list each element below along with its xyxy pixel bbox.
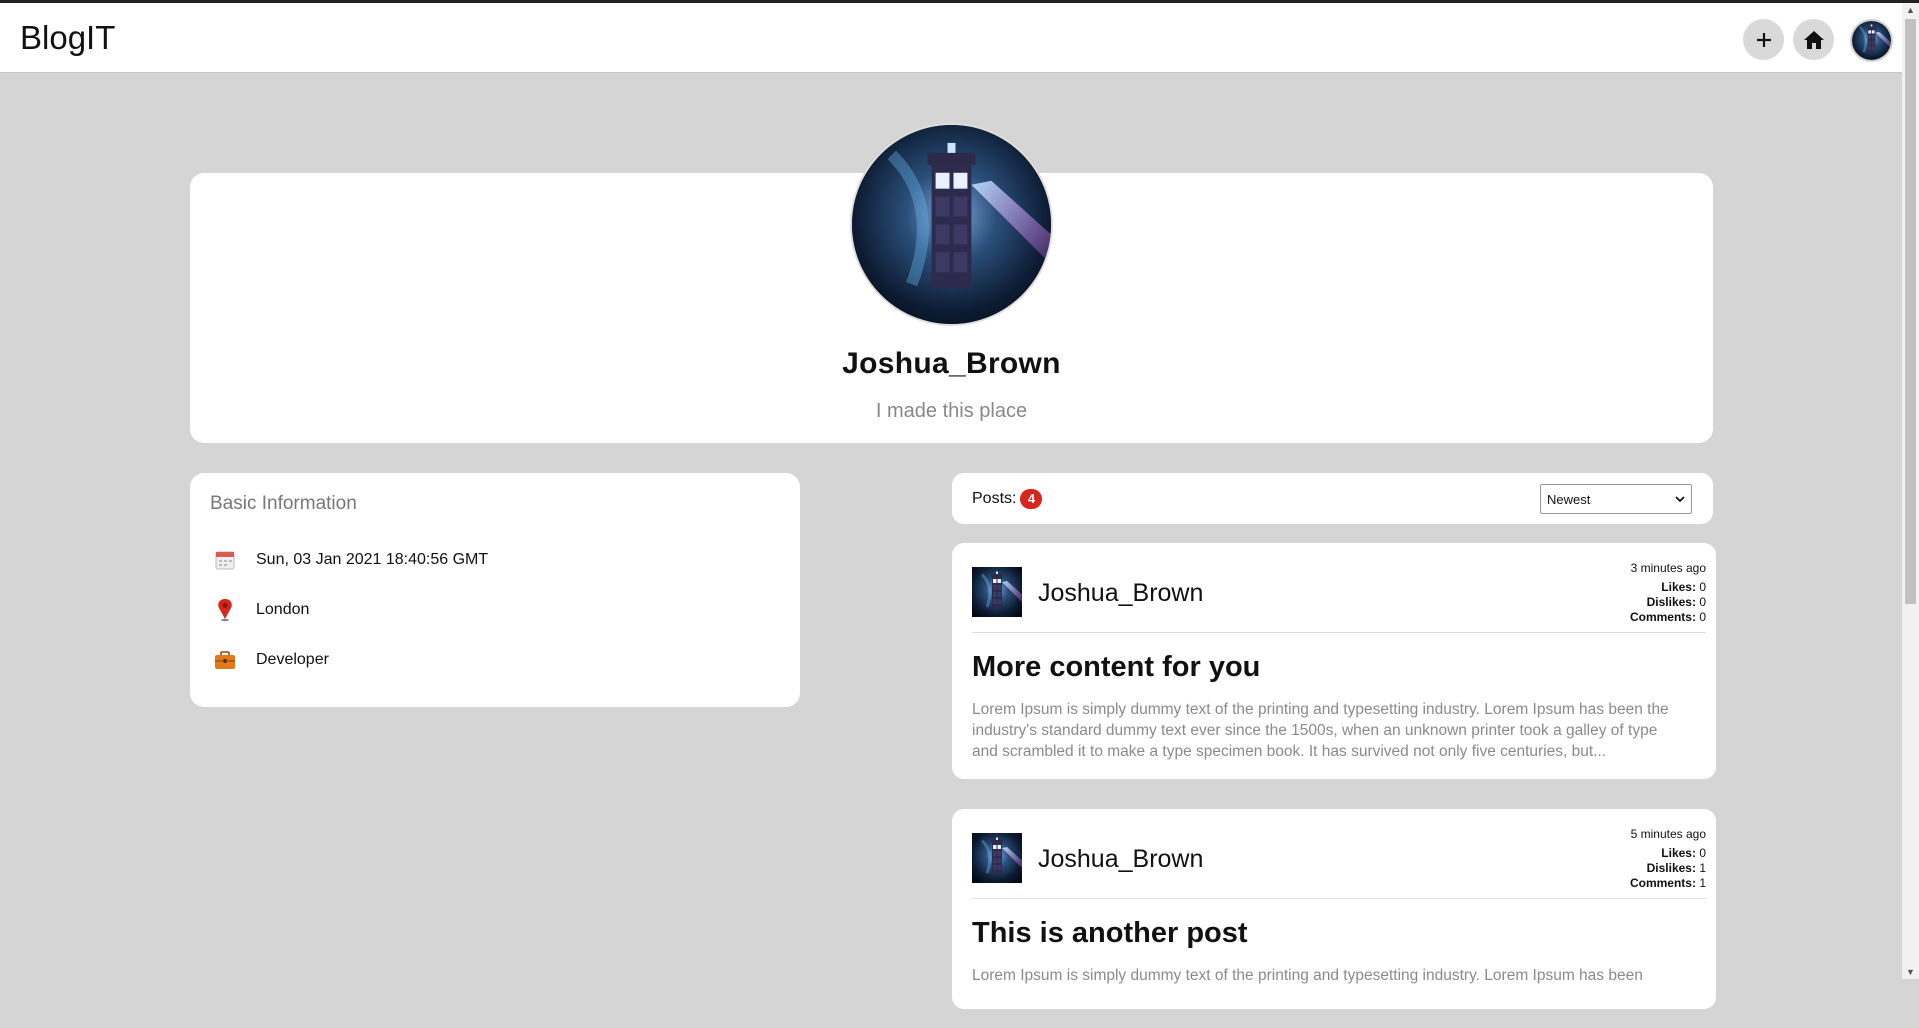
briefcase-icon bbox=[210, 645, 240, 675]
profile-avatar bbox=[850, 123, 1053, 326]
posts-count-label: Posts: 4 bbox=[972, 489, 1043, 509]
brand-logo[interactable]: BlogIT bbox=[20, 19, 115, 57]
post-stats: 5 minutes ago Likes: 0 Dislikes: 1 Comme… bbox=[1630, 827, 1706, 891]
post-divider bbox=[972, 898, 1706, 899]
info-row-date: Sun, 03 Jan 2021 18:40:56 GMT bbox=[210, 545, 488, 575]
sort-select[interactable]: Newest bbox=[1540, 484, 1692, 514]
info-date-text: Sun, 03 Jan 2021 18:40:56 GMT bbox=[256, 551, 489, 568]
scroll-down-arrow-icon[interactable]: ▼ bbox=[1902, 965, 1919, 979]
post-dislikes: Dislikes: 0 bbox=[1646, 595, 1706, 609]
add-post-button[interactable] bbox=[1743, 19, 1784, 60]
post-excerpt: Lorem Ipsum is simply dummy text of the … bbox=[972, 967, 1643, 984]
post-card[interactable]: Joshua_Brown 5 minutes ago Likes: 0 Disl… bbox=[952, 809, 1716, 1009]
post-comments: Comments: 1 bbox=[1629, 876, 1706, 890]
post-stats: 3 minutes ago Likes: 0 Dislikes: 0 Comme… bbox=[1630, 561, 1706, 625]
post-excerpt: Lorem Ipsum is simply dummy text of the … bbox=[972, 701, 1669, 760]
post-author-name[interactable]: Joshua_Brown bbox=[1038, 579, 1203, 608]
sort-selected-value: Newest bbox=[1547, 491, 1591, 507]
avatar-image bbox=[972, 567, 1022, 617]
user-avatar-button[interactable] bbox=[1850, 19, 1893, 62]
scrollbar-thumb[interactable] bbox=[1905, 19, 1916, 604]
post-time: 3 minutes ago bbox=[1630, 561, 1706, 575]
basic-info-card: Basic Information Sun, 03 Jan 2021 18:40… bbox=[190, 473, 800, 707]
post-card[interactable]: Joshua_Brown 3 minutes ago Likes: 0 Disl… bbox=[952, 543, 1716, 779]
scroll-up-arrow-icon[interactable]: ▲ bbox=[1902, 3, 1919, 17]
avatar-image bbox=[972, 833, 1022, 883]
basic-info-title: Basic Information bbox=[210, 493, 357, 514]
post-likes: Likes: 0 bbox=[1661, 846, 1706, 860]
profile-name: Joshua_Brown bbox=[842, 347, 1061, 380]
profile-bio: I made this place bbox=[875, 400, 1028, 422]
page-scrollbar[interactable]: ▲ ▼ bbox=[1902, 3, 1919, 979]
top-navbar: BlogIT bbox=[0, 3, 1902, 73]
post-likes: Likes: 0 bbox=[1661, 580, 1706, 594]
chevron-down-icon bbox=[1675, 495, 1685, 502]
post-dislikes: Dislikes: 1 bbox=[1646, 861, 1706, 875]
home-icon bbox=[1803, 30, 1824, 49]
posts-label-text: Posts: bbox=[972, 490, 1017, 507]
info-location-text: London bbox=[256, 601, 310, 618]
post-title[interactable]: More content for you bbox=[972, 651, 1260, 684]
post-title[interactable]: This is another post bbox=[972, 917, 1248, 950]
home-button[interactable] bbox=[1793, 19, 1834, 60]
info-row-occupation: Developer bbox=[210, 645, 329, 675]
post-author-avatar[interactable] bbox=[972, 567, 1022, 617]
info-row-location: London bbox=[210, 595, 309, 625]
location-pin-icon bbox=[210, 595, 240, 625]
plus-icon bbox=[1756, 32, 1771, 47]
posts-toolbar: Posts: 4 Newest bbox=[952, 473, 1713, 524]
post-author-name[interactable]: Joshua_Brown bbox=[1038, 845, 1203, 874]
posts-count-badge: 4 bbox=[1020, 489, 1043, 509]
calendar-icon bbox=[210, 545, 240, 575]
info-occupation-text: Developer bbox=[256, 651, 329, 668]
post-author-avatar[interactable] bbox=[972, 833, 1022, 883]
post-comments: Comments: 0 bbox=[1629, 610, 1706, 624]
post-divider bbox=[972, 632, 1706, 633]
post-time: 5 minutes ago bbox=[1630, 827, 1706, 841]
avatar-image bbox=[1852, 21, 1891, 60]
avatar-image bbox=[852, 125, 1051, 324]
